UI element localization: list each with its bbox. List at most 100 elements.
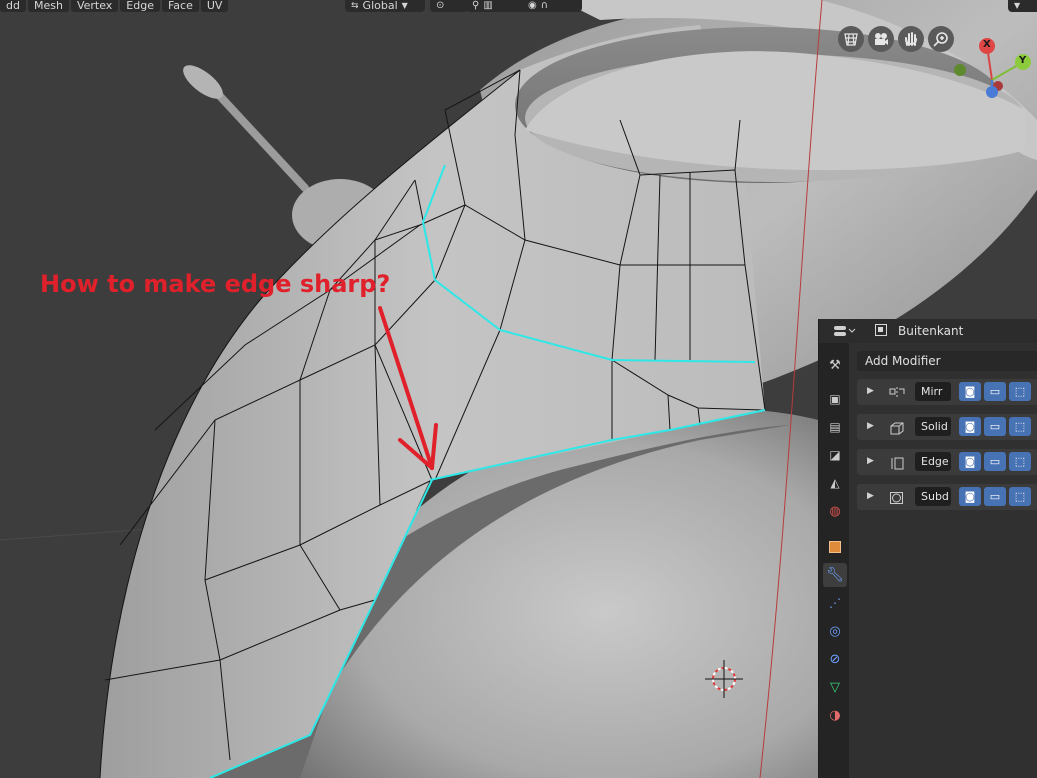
viewport-toggle[interactable]: ▭ [984,382,1006,401]
toggle-perspective-button[interactable] [838,26,864,52]
modifier-icon: 🔧︎ [826,567,844,583]
menu-vertex[interactable]: Vertex [70,0,119,12]
modifier-name-field[interactable]: Edge [915,452,951,471]
snap-dropdown[interactable]: ⚲ ▥ [466,0,526,12]
modifier-name-field[interactable]: Solid [915,417,951,436]
proportional-edit-icon: ◉ [528,0,537,11]
viewport-toggle[interactable]: ▭ [984,452,1006,471]
subdivision-modifier-icon [889,490,905,509]
menu-face[interactable]: Face [161,0,199,12]
mirror-modifier-icon [889,385,905,404]
orientation-icon: ⇆ [351,1,359,11]
tab-scene[interactable]: ◭ [823,471,847,495]
editmode-icon: ⬚ [1014,455,1026,468]
expand-arrow-icon[interactable]: ▶ [867,491,874,501]
tab-material[interactable]: ◑ [823,703,847,727]
data-icon: ▽ [830,679,840,695]
chevron-down-icon: ▼ [401,1,408,10]
editmode-toggle[interactable]: ⬚ [1009,487,1031,506]
view-layer-icon: ◪ [829,448,841,462]
pan-view-button[interactable] [898,26,924,52]
editmode-toggle[interactable]: ⬚ [1009,382,1031,401]
properties-editor: Buitenkant ⚒ ▣ ▤ ◪ ◭ ◍ 🔧︎ ⋰ ◎ ⊘ ▽ ◑ Add … [818,319,1037,778]
object-icon [829,541,841,553]
snap-target-icon: ▥ [483,0,493,11]
editmode-icon: ⬚ [1014,385,1026,398]
camera-icon: ◙ [964,455,976,468]
chevron-down-icon: ▼ [1014,1,1021,10]
tab-object[interactable] [823,535,847,559]
menu-edge[interactable]: Edge [120,0,160,12]
tab-render[interactable]: ▣ [823,387,847,411]
monitor-icon: ▭ [989,385,1001,398]
hand-icon [905,32,917,46]
modifier-panel-subdivision[interactable]: ▶ Subd ◙ ▭ ⬚ [857,484,1037,510]
tab-tool[interactable]: ⚒ [823,353,847,377]
physics-icon: ◎ [829,623,841,639]
menu-uv[interactable]: UV [200,0,229,12]
modifier-panel-solidify[interactable]: ▶ Solid ◙ ▭ ⬚ [857,414,1037,440]
render-icon: ▣ [829,392,841,406]
modifier-name-field[interactable]: Subd [915,487,951,506]
expand-arrow-icon[interactable]: ▶ [867,386,874,396]
render-toggle[interactable]: ◙ [959,452,981,471]
monitor-icon: ▭ [989,455,1001,468]
editor-type-dropdown[interactable] [833,322,859,340]
camera-view-button[interactable] [868,26,894,52]
menu-mesh[interactable]: Mesh [27,0,69,12]
render-toggle[interactable]: ◙ [959,417,981,436]
object-icon [875,324,887,336]
tab-modifiers[interactable]: 🔧︎ [823,563,847,587]
menu-add[interactable]: dd [0,0,26,12]
render-toggle[interactable]: ◙ [959,382,981,401]
tab-data[interactable]: ▽ [823,675,847,699]
modifier-panel-edge-split[interactable]: ▶ Edge ◙ ▭ ⬚ [857,449,1037,475]
viewport-toggle[interactable]: ▭ [984,487,1006,506]
monitor-icon: ▭ [989,490,1001,503]
tab-output[interactable]: ▤ [823,415,847,439]
tab-world[interactable]: ◍ [823,499,847,523]
properties-header: Buitenkant [819,319,1037,343]
object-name: Buitenkant [898,324,964,338]
particles-icon: ⋰ [829,596,841,610]
proportional-edit-dropdown[interactable]: ◉ ∩ [522,0,582,12]
tab-constraints[interactable]: ⊘ [823,647,847,671]
gizmo-x-label: X [983,39,991,50]
viewport-options-dropdown[interactable]: ▼ [1008,0,1037,12]
expand-arrow-icon[interactable]: ▶ [867,456,874,466]
solidify-modifier-icon [889,420,905,439]
tab-view-layer[interactable]: ◪ [823,443,847,467]
camera-icon: ◙ [964,385,976,398]
annotation-text: How to make edge sharp? [40,270,391,298]
properties-tab-bar: ⚒ ▣ ▤ ◪ ◭ ◍ 🔧︎ ⋰ ◎ ⊘ ▽ ◑ [819,343,849,778]
pivot-icon: ⊙ [436,0,445,11]
zoom-icon [933,32,948,47]
output-icon: ▤ [829,420,841,434]
scene-icon: ◭ [830,476,840,490]
properties-editor-icon [834,326,856,336]
editmode-icon: ⬚ [1014,490,1026,503]
material-icon: ◑ [829,707,841,723]
pivot-dropdown[interactable]: ⊙ [430,0,468,12]
constraints-icon: ⊘ [829,651,841,667]
falloff-icon: ∩ [540,0,549,11]
editmode-toggle[interactable]: ⬚ [1009,417,1031,436]
camera-icon: ◙ [964,490,976,503]
monitor-icon: ▭ [989,420,1001,433]
expand-arrow-icon[interactable]: ▶ [867,421,874,431]
editor-menubar: dd Mesh Vertex Edge Face UV [0,0,229,12]
editmode-toggle[interactable]: ⬚ [1009,452,1031,471]
tool-icon: ⚒ [829,357,841,373]
navigation-gizmo[interactable]: X Y [950,30,1037,110]
tab-particles[interactable]: ⋰ [823,591,847,615]
gizmo-y-label: Y [1019,55,1027,66]
tab-physics[interactable]: ◎ [823,619,847,643]
snap-icon: ⚲ [472,0,480,11]
editmode-icon: ⬚ [1014,420,1026,433]
add-modifier-button[interactable]: Add Modifier [857,351,1037,371]
modifier-name-field[interactable]: Mirr [915,382,951,401]
render-toggle[interactable]: ◙ [959,487,981,506]
modifier-panel-mirror[interactable]: ▶ Mirr ◙ ▭ ⬚ [857,379,1037,405]
viewport-toggle[interactable]: ▭ [984,417,1006,436]
orientation-dropdown[interactable]: ⇆ Global ▼ [345,0,425,12]
